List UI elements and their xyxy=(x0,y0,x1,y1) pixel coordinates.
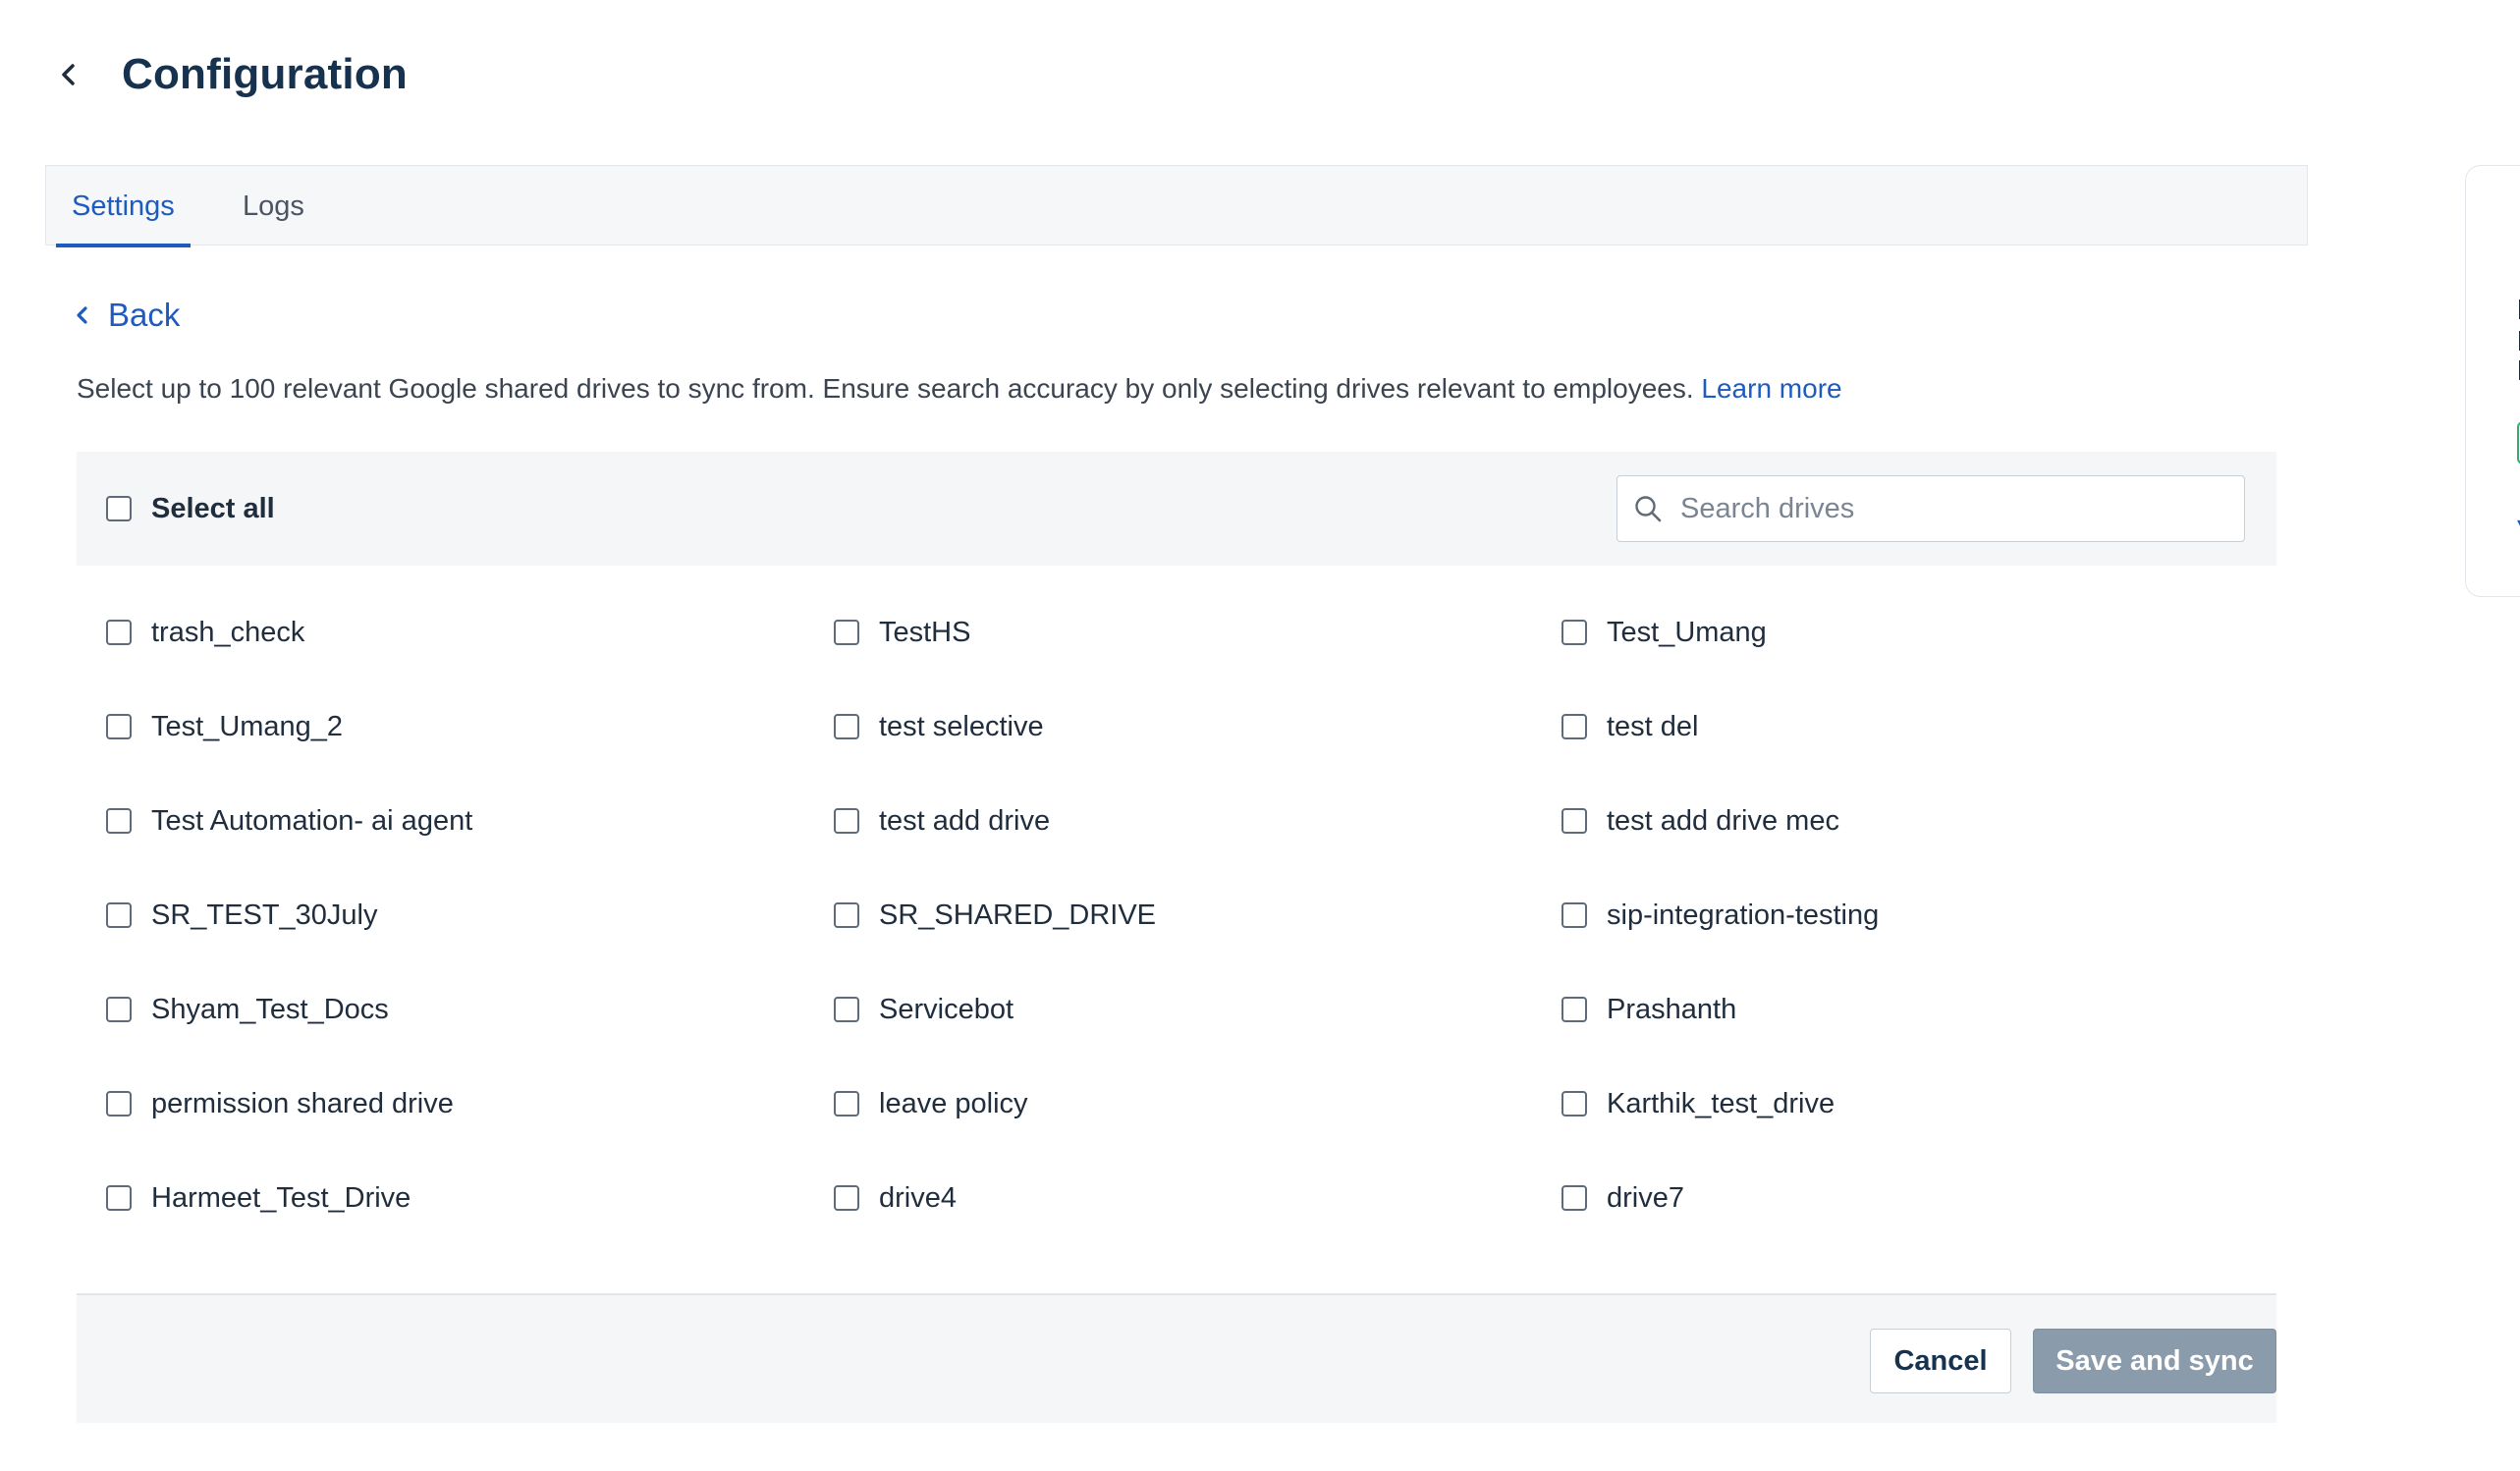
drive-checkbox[interactable] xyxy=(1561,808,1587,834)
drive-checkbox[interactable] xyxy=(106,1091,132,1117)
drive-item[interactable]: Test_Umang xyxy=(1561,601,2249,664)
drive-item[interactable]: Harmeet_Test_Drive xyxy=(106,1167,834,1229)
drive-checkbox[interactable] xyxy=(1561,902,1587,928)
drive-item[interactable]: Test Automation- ai agent xyxy=(106,790,834,852)
drive-label: test add drive xyxy=(879,804,1051,837)
configuration-page: Configuration Settings Logs Back Select … xyxy=(0,0,2520,1471)
drive-checkbox[interactable] xyxy=(106,1185,132,1211)
side-panel: ▾ xyxy=(2465,165,2520,597)
drive-item[interactable]: Test_Umang_2 xyxy=(106,695,834,758)
drive-label: SR_TEST_30July xyxy=(151,899,378,931)
drive-label: leave policy xyxy=(879,1087,1028,1119)
drive-label: test del xyxy=(1607,710,1699,742)
drive-list: trash_check TestHS Test_Umang Test_Umang_2 t… xyxy=(106,601,2267,1261)
drive-label: Shyam_Test_Docs xyxy=(151,993,389,1025)
select-bar: Select all xyxy=(77,452,2276,566)
drive-item[interactable]: SR_TEST_30July xyxy=(106,884,834,947)
select-all[interactable]: Select all xyxy=(106,452,275,566)
learn-more-link[interactable]: Learn more xyxy=(1701,373,1841,404)
cancel-button[interactable]: Cancel xyxy=(1870,1329,2011,1393)
drive-item[interactable]: drive4 xyxy=(834,1167,1561,1229)
chevron-left-icon[interactable] xyxy=(49,55,88,94)
drive-checkbox[interactable] xyxy=(834,808,859,834)
drive-item[interactable]: test add drive xyxy=(834,790,1561,852)
drive-checkbox[interactable] xyxy=(106,902,132,928)
save-and-sync-button[interactable]: Save and sync xyxy=(2033,1329,2276,1393)
drive-item[interactable]: trash_check xyxy=(106,601,834,664)
description-text: Select up to 100 relevant Google shared … xyxy=(77,373,1702,404)
drive-item[interactable]: test del xyxy=(1561,695,2249,758)
select-all-label: Select all xyxy=(151,492,275,524)
drive-label: test add drive mec xyxy=(1607,804,1839,837)
drive-item[interactable]: sip-integration-testing xyxy=(1561,884,2249,947)
drive-label: drive4 xyxy=(879,1181,957,1214)
drive-checkbox[interactable] xyxy=(1561,1185,1587,1211)
drive-checkbox[interactable] xyxy=(106,714,132,739)
drive-checkbox[interactable] xyxy=(1561,714,1587,739)
drive-label: Prashanth xyxy=(1607,993,1737,1025)
drive-label: TestHS xyxy=(879,616,971,648)
drive-label: permission shared drive xyxy=(151,1087,454,1119)
tab-settings[interactable]: Settings xyxy=(56,166,191,247)
tab-logs[interactable]: Logs xyxy=(227,166,320,246)
select-all-checkbox[interactable] xyxy=(106,496,132,521)
search-input[interactable] xyxy=(1680,492,2211,525)
drive-item[interactable]: leave policy xyxy=(834,1072,1561,1135)
drive-checkbox[interactable] xyxy=(1561,1091,1587,1117)
drive-label: Harmeet_Test_Drive xyxy=(151,1181,411,1214)
drive-checkbox[interactable] xyxy=(106,620,132,645)
drive-item[interactable]: Prashanth xyxy=(1561,978,2249,1041)
drive-label: Servicebot xyxy=(879,993,1014,1025)
drive-checkbox[interactable] xyxy=(834,620,859,645)
tab-bar: Settings Logs xyxy=(45,165,2308,247)
drive-label: trash_check xyxy=(151,616,305,648)
page-header: Configuration xyxy=(49,43,408,106)
drive-label: SR_SHARED_DRIVE xyxy=(879,899,1157,931)
drive-item[interactable]: Servicebot xyxy=(834,978,1561,1041)
drive-checkbox[interactable] xyxy=(1561,620,1587,645)
search-icon xyxy=(1631,492,1665,525)
back-link-label: Back xyxy=(108,297,181,333)
chevron-left-icon xyxy=(71,300,94,330)
drive-checkbox[interactable] xyxy=(1561,997,1587,1022)
drive-label: Test Automation- ai agent xyxy=(151,804,473,837)
drive-label: drive7 xyxy=(1607,1181,1684,1214)
drive-item[interactable]: test selective xyxy=(834,695,1561,758)
drive-label: Test_Umang xyxy=(1607,616,1767,648)
drive-label: Karthik_test_drive xyxy=(1607,1087,1835,1119)
drive-item[interactable]: test add drive mec xyxy=(1561,790,2249,852)
back-link[interactable]: Back xyxy=(71,291,180,340)
drive-checkbox[interactable] xyxy=(834,714,859,739)
drive-item[interactable]: Karthik_test_drive xyxy=(1561,1072,2249,1135)
page-title: Configuration xyxy=(122,50,408,98)
drive-checkbox[interactable] xyxy=(834,997,859,1022)
drive-checkbox[interactable] xyxy=(834,1091,859,1117)
drive-item[interactable]: SR_SHARED_DRIVE xyxy=(834,884,1561,947)
search-box[interactable] xyxy=(1616,475,2245,542)
drive-checkbox[interactable] xyxy=(834,1185,859,1211)
footer-actions: Cancel Save and sync xyxy=(77,1293,2276,1423)
drive-checkbox[interactable] xyxy=(834,902,859,928)
drive-label: sip-integration-testing xyxy=(1607,899,1880,931)
drive-item[interactable]: permission shared drive xyxy=(106,1072,834,1135)
drive-label: test selective xyxy=(879,710,1044,742)
drive-label: Test_Umang_2 xyxy=(151,710,344,742)
drive-checkbox[interactable] xyxy=(106,808,132,834)
drive-item[interactable]: TestHS xyxy=(834,601,1561,664)
drive-checkbox[interactable] xyxy=(106,997,132,1022)
drive-item[interactable]: Shyam_Test_Docs xyxy=(106,978,834,1041)
drive-item[interactable]: drive7 xyxy=(1561,1167,2249,1229)
description: Select up to 100 relevant Google shared … xyxy=(77,373,1842,405)
